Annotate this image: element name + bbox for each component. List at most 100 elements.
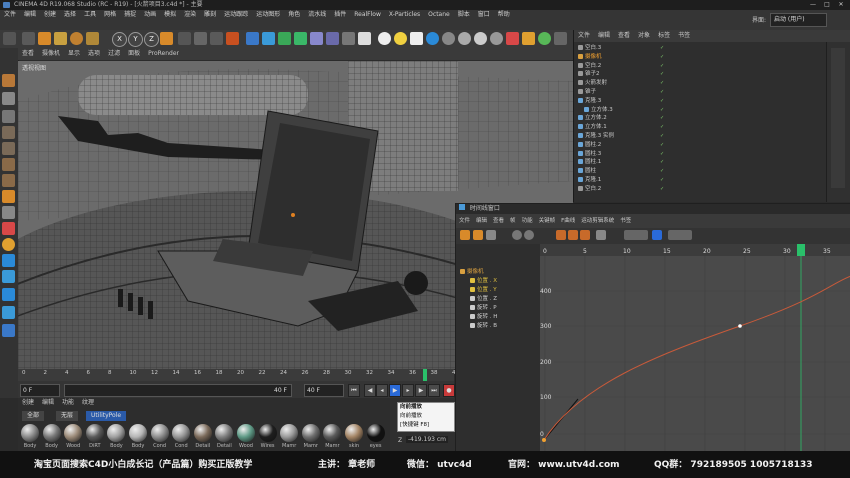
sculpt-icon[interactable] [2, 270, 15, 283]
octane-camera-icon[interactable] [410, 32, 423, 45]
visibility-check-icon[interactable]: ✓ [660, 123, 664, 132]
spline-icon[interactable] [262, 32, 275, 45]
material-swatch[interactable]: Mamr [279, 424, 299, 449]
key-ease-icon[interactable] [596, 230, 606, 240]
z-axis-button[interactable]: Z [144, 32, 159, 47]
material-swatch[interactable]: Detail [193, 424, 213, 449]
menu-item[interactable]: 网格 [100, 5, 120, 25]
layout-select[interactable]: 启动 (用户) [770, 13, 827, 27]
nurbs-icon[interactable] [278, 32, 291, 45]
object-row[interactable]: 克隆.3 ✓ [574, 97, 834, 106]
menu-item[interactable]: 工具 [80, 5, 100, 25]
visibility-check-icon[interactable]: ✓ [660, 185, 664, 194]
material-swatch[interactable]: DiRT [85, 424, 105, 449]
goto-end-button[interactable]: ⏭ [428, 384, 440, 397]
timeline-menu-item[interactable]: 文件 [456, 216, 473, 227]
object-row[interactable]: 圆柱.1 ✓ [574, 158, 834, 167]
object-menu-item[interactable]: 文件 [574, 30, 594, 42]
points-mode-icon[interactable] [2, 110, 15, 123]
object-menu-item[interactable]: 对象 [634, 30, 654, 42]
material-swatch[interactable]: Body [42, 424, 62, 449]
frame-all-icon[interactable] [512, 230, 522, 240]
octane-live-icon[interactable] [538, 32, 551, 45]
object-row[interactable]: 立方体.1 ✓ [574, 123, 834, 132]
track-row[interactable]: 旋转 . B [470, 322, 497, 330]
scene-icon[interactable] [326, 32, 339, 45]
menu-item[interactable]: 捕捉 [120, 5, 140, 25]
visibility-check-icon[interactable]: ✓ [660, 158, 664, 167]
dollar-icon[interactable] [2, 238, 15, 251]
tangent-lock-icon[interactable] [668, 230, 692, 240]
object-menu-item[interactable]: 编辑 [594, 30, 614, 42]
play-forward-button[interactable]: ▶ [389, 384, 401, 397]
material-swatch[interactable]: Wires [258, 424, 278, 449]
object-menu-item[interactable]: 书签 [674, 30, 694, 42]
solo-icon[interactable] [2, 306, 15, 319]
menu-item[interactable]: X-Particles [385, 5, 424, 25]
close-button[interactable]: ✕ [836, 1, 846, 9]
object-row[interactable]: 圆柱 ✓ [574, 167, 834, 176]
visibility-check-icon[interactable]: ✓ [660, 141, 664, 150]
next-frame-button[interactable]: ▸ [402, 384, 414, 397]
material-swatch[interactable]: Cond [171, 424, 191, 449]
menu-item[interactable]: 插件 [330, 5, 350, 25]
tab-all[interactable]: 全部 [22, 411, 45, 421]
track-row[interactable]: 旋转 . P [470, 304, 497, 312]
material-swatch[interactable]: eyes [366, 424, 386, 449]
edges-mode-icon[interactable] [2, 126, 15, 139]
tab-no-layer[interactable]: 无层 [56, 411, 79, 421]
octane-render-icon[interactable] [506, 32, 519, 45]
viewport-menu-item[interactable]: 过滤 [104, 48, 124, 60]
visibility-check-icon[interactable]: ✓ [660, 44, 664, 53]
octane-material-icon[interactable] [442, 32, 455, 45]
menu-item[interactable]: 渲染 [180, 5, 200, 25]
visibility-check-icon[interactable]: ✓ [660, 53, 664, 62]
material-swatch[interactable]: Wood [236, 424, 256, 449]
transform-icon[interactable] [86, 32, 99, 45]
key-spline-icon[interactable] [580, 230, 590, 240]
polygons-mode-icon[interactable] [2, 142, 15, 155]
lock-icon[interactable] [2, 324, 15, 337]
octane-specular-icon[interactable] [474, 32, 487, 45]
object-row[interactable]: 空白.2 ✓ [574, 185, 834, 194]
record-icon[interactable] [226, 32, 239, 45]
light-icon[interactable] [358, 32, 371, 45]
timeline-menu-item[interactable]: 帧 [507, 216, 519, 227]
start-frame-field[interactable]: 0 F [20, 384, 60, 397]
render-settings-icon[interactable] [210, 32, 223, 45]
timeline-menu-item[interactable]: F曲线 [558, 216, 578, 227]
timeline-menu-item[interactable]: 关键帧 [536, 216, 559, 227]
viewport-menu-item[interactable]: 查看 [18, 48, 38, 60]
object-row[interactable]: 空白.3 ✓ [574, 44, 834, 53]
render-view-icon[interactable] [178, 32, 191, 45]
object-row[interactable]: 圆柱.3 ✓ [574, 150, 834, 159]
menu-item[interactable]: 选择 [60, 5, 80, 25]
material-swatch[interactable]: Body [20, 424, 40, 449]
tangent-tools-icon[interactable] [624, 230, 648, 240]
timeline-ruler[interactable]: 0 2 4 6 8 10 12 14 16 18 20 22 24 26 28 30 32 34 36 38 4 [18, 369, 456, 381]
menu-item[interactable]: 编辑 [20, 5, 40, 25]
viewport-menu-item[interactable]: 选项 [84, 48, 104, 60]
track-row[interactable]: 位置 . X [470, 277, 497, 285]
material-swatch[interactable]: skin [344, 424, 364, 449]
y-axis-button[interactable]: Y [128, 32, 143, 47]
object-row[interactable]: 火箭发射 ✓ [574, 79, 834, 88]
menu-item[interactable]: RealFlow [350, 5, 385, 25]
timeline-menu-item[interactable]: 书签 [617, 216, 634, 227]
timeline-menu-item[interactable]: 查看 [490, 216, 507, 227]
octane-settings-icon[interactable] [522, 32, 535, 45]
menu-item[interactable]: Octane [424, 5, 454, 25]
object-menu-item[interactable]: 标签 [654, 30, 674, 42]
track-row[interactable]: 位置 . Z [470, 295, 497, 303]
prev-key-button[interactable]: ◀ [364, 384, 376, 397]
viewport-menu-item[interactable]: ProRender [144, 48, 183, 60]
coord-system-icon[interactable] [160, 32, 173, 45]
keymode-icon[interactable] [460, 230, 470, 240]
next-key-button[interactable]: ▶ [415, 384, 427, 397]
material-menu-item[interactable]: 功能 [58, 398, 78, 408]
object-row[interactable]: 圆柱.2 ✓ [574, 141, 834, 150]
object-row[interactable]: 摄像机 ✓ [574, 53, 834, 62]
script-icon[interactable] [2, 254, 15, 267]
visibility-check-icon[interactable]: ✓ [660, 106, 664, 115]
maximize-button[interactable]: □ [822, 1, 832, 9]
